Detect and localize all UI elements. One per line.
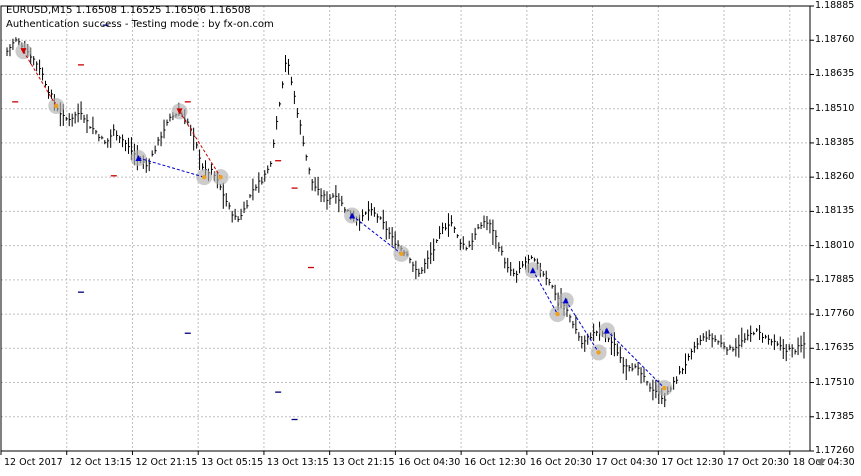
exit-marker-icon <box>399 251 404 257</box>
y-tick-label: 1.17260 <box>815 445 855 456</box>
y-tick-label: 1.18635 <box>815 68 855 80</box>
x-tick-label: 13 Oct 21:15 <box>332 457 395 468</box>
y-tick-label: 1.17385 <box>815 410 855 422</box>
exit-marker-icon <box>555 311 560 317</box>
x-tick-label: 13 Oct 13:15 <box>266 457 329 468</box>
price-chart[interactable] <box>0 0 861 476</box>
x-tick-label: 13 Oct 05:15 <box>201 457 264 468</box>
exit-marker-icon <box>201 174 207 180</box>
exit-marker-icon <box>596 350 601 355</box>
y-tick-label: 1.17510 <box>815 376 855 388</box>
y-tick-label: 1.18260 <box>815 171 855 183</box>
y-tick-label: 1.17885 <box>815 273 855 285</box>
x-tick-label: 16 Oct 20:30 <box>529 457 592 468</box>
y-tick-label: 1.18385 <box>815 136 855 148</box>
x-tick-label: 17 Oct 12:30 <box>661 457 724 468</box>
auth-status-line: Authentication success - Testing mode : … <box>6 19 274 30</box>
chart-shift-triangle-icon[interactable] <box>816 459 826 466</box>
x-tick-label: 12 Oct 2017 <box>4 457 63 468</box>
y-tick-label: 1.18760 <box>815 34 855 46</box>
y-tick-label: 1.18510 <box>815 102 855 114</box>
x-tick-label: 16 Oct 04:30 <box>398 457 461 468</box>
symbol-ohlc-line: EURUSD,M15 1.16508 1.16525 1.16506 1.165… <box>6 5 251 16</box>
exit-marker-icon <box>662 385 667 391</box>
y-tick-label: 1.18885 <box>815 0 855 11</box>
x-tick-label: 12 Oct 21:15 <box>135 457 198 468</box>
x-tick-label: 17 Oct 20:30 <box>727 457 789 468</box>
y-tick-label: 1.17635 <box>815 342 855 354</box>
exit-marker-icon <box>54 103 59 109</box>
x-tick-label: 16 Oct 12:30 <box>464 457 527 468</box>
y-tick-label: 1.18010 <box>815 239 855 251</box>
x-tick-label: 12 Oct 13:15 <box>69 457 132 468</box>
x-tick-label: 17 Oct 04:30 <box>595 457 658 468</box>
y-tick-label: 1.18135 <box>815 205 855 217</box>
exit-marker-icon <box>218 174 223 180</box>
y-tick-label: 1.17760 <box>815 308 855 320</box>
